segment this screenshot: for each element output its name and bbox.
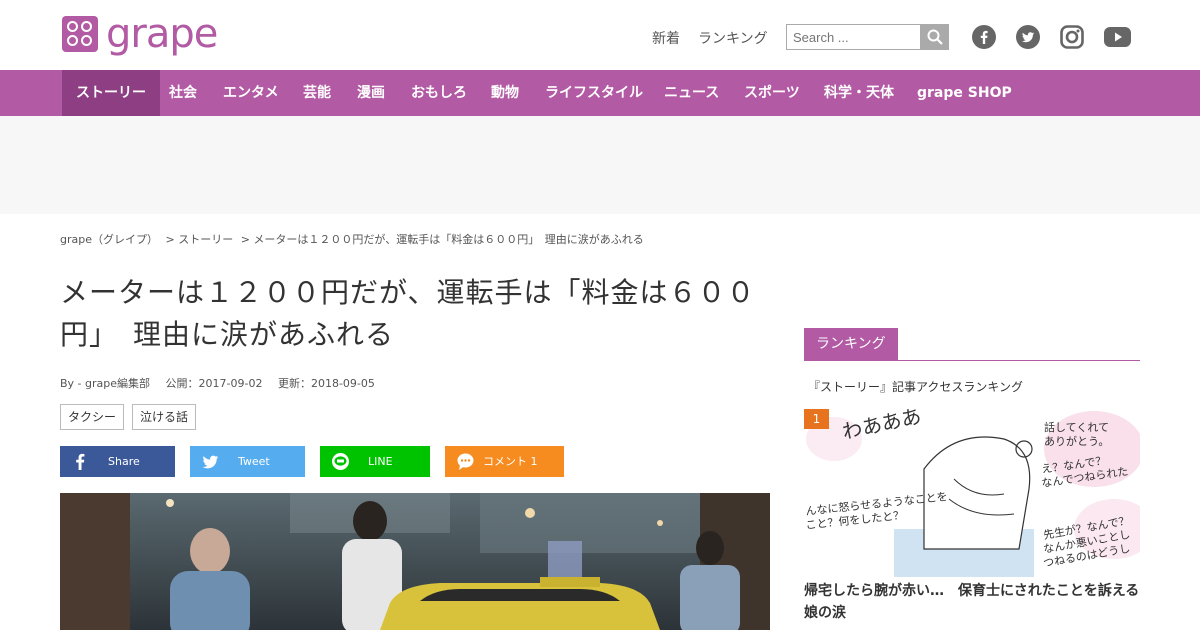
article-updated: 更新：2018-09-05 <box>277 377 375 390</box>
site-header: grape 新着 ランキング <box>0 0 1200 70</box>
facebook-share-button[interactable]: Share <box>60 446 175 477</box>
nav-item-science[interactable]: 科学・天体 <box>824 70 894 116</box>
comment-button[interactable]: コメント 1 <box>445 446 564 477</box>
new-link[interactable]: 新着 <box>652 28 680 48</box>
nav-item-story[interactable]: ストーリー <box>62 70 160 116</box>
twitter-share-label: Tweet <box>238 455 270 468</box>
grape-logo-icon <box>62 16 98 52</box>
instagram-icon[interactable] <box>1060 25 1084 49</box>
facebook-icon <box>76 453 85 470</box>
twitter-share-button[interactable]: Tweet <box>190 446 305 477</box>
comment-icon <box>457 453 474 470</box>
nav-item-celebrity[interactable]: 芸能 <box>303 70 331 116</box>
search-form <box>786 24 949 50</box>
youtube-icon[interactable] <box>1104 25 1131 49</box>
comic-illustration: わあああ 話してくれて ありがとう。 え？なんで？ なんでつねられた んなに怒ら… <box>804 409 1140 577</box>
article-published: 公開：2017-09-02 <box>165 377 263 390</box>
line-share-label: LINE <box>368 455 393 468</box>
ranking-thumbnail[interactable]: わあああ 話してくれて ありがとう。 え？なんで？ なんでつねられた んなに怒ら… <box>804 409 1140 577</box>
line-share-button[interactable]: LINE <box>320 446 430 477</box>
ranking-tab[interactable]: ランキング <box>804 328 898 360</box>
taxi-street-photo <box>60 493 770 630</box>
article-meta: By - grape編集部 公開：2017-09-02 更新：2018-09-0… <box>60 375 387 391</box>
nav-item-funny[interactable]: おもしろ <box>411 70 467 116</box>
comic-text-2: 話してくれて <box>1044 420 1109 434</box>
nav-item-manga[interactable]: 漫画 <box>357 70 385 116</box>
article-author: By - grape編集部 <box>60 377 151 390</box>
nav-item-entertainment[interactable]: エンタメ <box>223 70 279 116</box>
category-nav: ストーリー 社会 エンタメ 芸能 漫画 おもしろ 動物 ライフスタイル ニュース… <box>0 70 1200 116</box>
breadcrumb-category[interactable]: > ストーリー <box>166 233 234 246</box>
tag-moving-story[interactable]: 泣ける話 <box>132 404 197 430</box>
article-hero-image <box>60 493 770 630</box>
comic-text-3: ありがとう。 <box>1044 434 1109 448</box>
nav-item-news[interactable]: ニュース <box>664 70 719 116</box>
facebook-icon[interactable] <box>972 25 996 49</box>
breadcrumb-current: > メーターは１２００円だが、運転手は「料金は６００円」 理由に涙があふれる <box>240 233 644 246</box>
ranking-header: ランキング <box>804 328 1140 361</box>
rank-number-badge: 1 <box>804 409 829 429</box>
breadcrumb: grape（グレイプ） > ストーリー > メーターは１２００円だが、運転手は「… <box>60 231 648 247</box>
ad-banner-area <box>0 116 1200 214</box>
line-icon <box>332 453 349 470</box>
nav-item-shop[interactable]: grape SHOP <box>917 70 1012 116</box>
comment-label: コメント 1 <box>483 455 538 468</box>
nav-item-animals[interactable]: 動物 <box>491 70 519 116</box>
nav-item-lifestyle[interactable]: ライフスタイル <box>545 70 643 116</box>
tag-taxi[interactable]: タクシー <box>60 404 125 430</box>
twitter-icon <box>202 455 219 469</box>
twitter-icon[interactable] <box>1016 25 1040 49</box>
search-button[interactable] <box>920 24 949 50</box>
search-input[interactable] <box>786 24 920 50</box>
nav-item-sports[interactable]: スポーツ <box>744 70 800 116</box>
article-title: メーターは１２００円だが、運転手は「料金は６００円」 理由に涙があふれる <box>60 276 756 351</box>
ranking-link[interactable]: ランキング <box>698 28 768 48</box>
ranking-article-title[interactable]: 帰宅したら腕が赤い… 保育士にされたことを訴える娘の涙 <box>804 580 1144 624</box>
site-logo[interactable]: grape <box>62 11 218 57</box>
logo-text: grape <box>106 11 218 57</box>
facebook-share-label: Share <box>108 455 140 468</box>
nav-item-society[interactable]: 社会 <box>169 70 197 116</box>
ranking-subtitle: 『ストーリー』記事アクセスランキング <box>808 380 1024 394</box>
search-icon <box>927 29 943 45</box>
breadcrumb-home[interactable]: grape（グレイプ） <box>60 233 158 246</box>
